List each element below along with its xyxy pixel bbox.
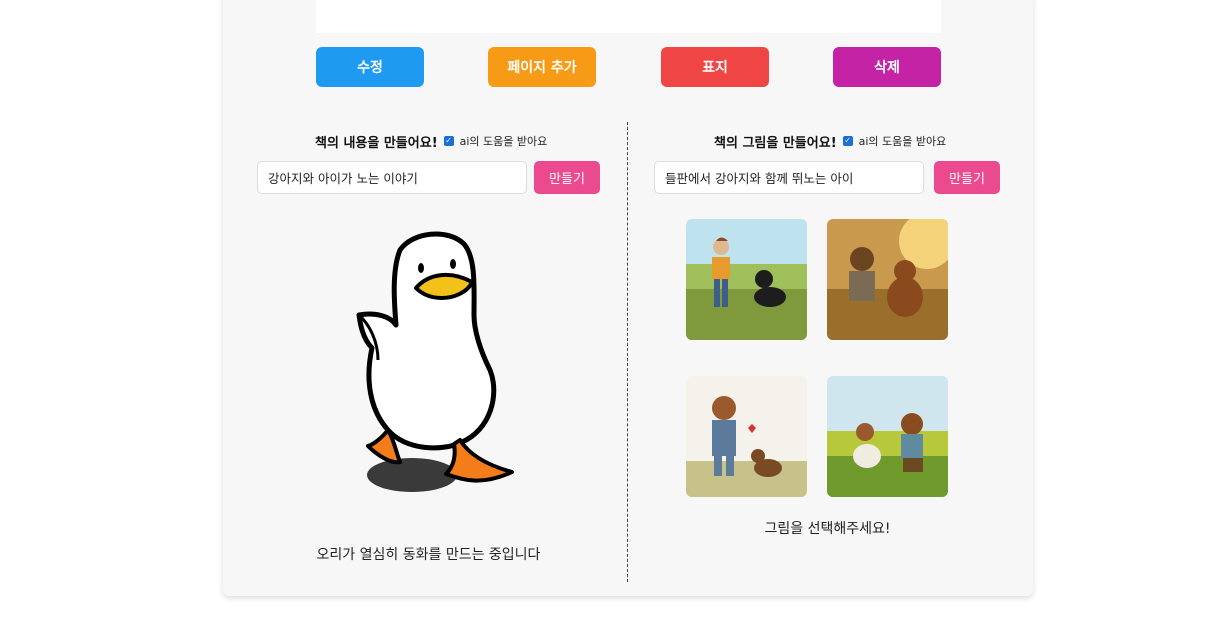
section-divider xyxy=(627,122,628,582)
image-option-1[interactable] xyxy=(686,219,807,340)
ai-help-label-image: ai의 도움을 받아요 xyxy=(858,135,947,148)
text-section-header: 책의 내용을 만들어요! ✓ ai의 도움을 받아요 xyxy=(315,131,547,151)
ai-help-label: ai의 도움을 받아요 xyxy=(459,135,548,148)
image-prompt-input[interactable]: 들판에서 강아지와 함께 뛰노는 아이 xyxy=(654,161,924,194)
delete-button[interactable]: 삭제 xyxy=(833,47,941,87)
text-section-title: 책의 내용을 만들어요! xyxy=(315,135,438,151)
edit-button[interactable]: 수정 xyxy=(316,47,424,87)
image-option-4[interactable] xyxy=(827,376,948,497)
cover-button[interactable]: 표지 xyxy=(661,47,769,87)
image-section-title: 책의 그림을 만들어요! xyxy=(714,135,837,151)
page-preview-area xyxy=(316,0,941,33)
generation-status: 오리가 열심히 동화를 만드는 중입니다 xyxy=(316,547,541,563)
image-option-3[interactable] xyxy=(686,376,807,497)
image-option-2[interactable] xyxy=(827,219,948,340)
ai-help-checkbox[interactable]: ✓ xyxy=(443,136,454,146)
ai-help-checkbox-image[interactable]: ✓ xyxy=(842,136,853,146)
story-prompt-input[interactable]: 강아지와 아이가 노는 이야기 xyxy=(257,161,527,194)
select-image-prompt: 그림을 선택해주세요! xyxy=(764,521,891,537)
image-section-header: 책의 그림을 만들어요! ✓ ai의 도움을 받아요 xyxy=(714,131,946,151)
duck-illustration-icon xyxy=(350,230,520,500)
make-image-button[interactable]: 만들기 xyxy=(934,161,1000,194)
add-page-button[interactable]: 페이지 추가 xyxy=(488,47,596,87)
make-story-button[interactable]: 만들기 xyxy=(534,161,600,194)
